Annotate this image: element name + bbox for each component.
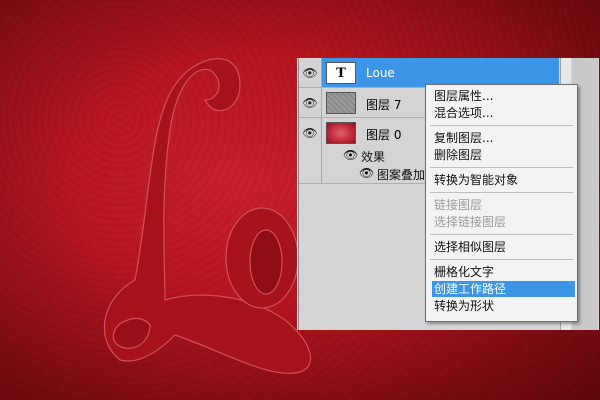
text-layer-thumbnail: T — [326, 62, 356, 84]
visibility-eye-icon[interactable]: 👁 — [299, 88, 322, 117]
effects-eye-icon[interactable]: 👁 — [343, 148, 358, 162]
menu-separator — [430, 125, 573, 126]
menu-item-5-2[interactable]: 转换为形状 — [432, 298, 575, 314]
menu-item-3-1: 选择链接图层 — [434, 215, 507, 229]
menu-item-1-0[interactable]: 复制图层... — [432, 130, 575, 146]
menu-item-4-0[interactable]: 选择相似图层 — [432, 239, 575, 255]
menu-separator — [430, 234, 573, 235]
pattern-overlay-eye-icon[interactable]: 👁 — [359, 166, 374, 180]
layer-name: 图层 0 — [366, 128, 402, 142]
menu-item-0-1[interactable]: 混合选项... — [432, 105, 575, 121]
visibility-eye-icon[interactable]: 👁 — [299, 58, 322, 87]
menu-separator — [430, 167, 573, 168]
effects-label: 效果 — [361, 150, 386, 164]
effect-pattern-overlay[interactable]: 图案叠加 — [377, 166, 425, 183]
menu-item-2-0[interactable]: 转换为智能对象 — [432, 172, 575, 188]
layer-thumbnail — [326, 122, 356, 144]
menu-item-5-1[interactable]: 创建工作路径 — [432, 281, 575, 297]
letter-o-inner — [249, 229, 283, 295]
layer-name: Loue — [366, 66, 395, 80]
menu-item-5-0[interactable]: 栅格化文字 — [432, 264, 575, 280]
layer-name: 图层 7 — [366, 98, 402, 112]
menu-separator — [430, 192, 573, 193]
layer-context-menu: 图层属性... 混合选项... 复制图层... 删除图层转换为智能对象 链接图层选择链接… — [425, 84, 578, 322]
menu-item-3-0: 链接图层 — [434, 198, 483, 212]
visibility-eye-icon[interactable]: 👁 — [299, 118, 322, 184]
menu-separator — [430, 259, 573, 260]
layer-thumbnail — [326, 92, 356, 114]
menu-item-0-0[interactable]: 图层属性... — [432, 88, 575, 104]
menu-item-1-1[interactable]: 删除图层 — [432, 147, 575, 163]
